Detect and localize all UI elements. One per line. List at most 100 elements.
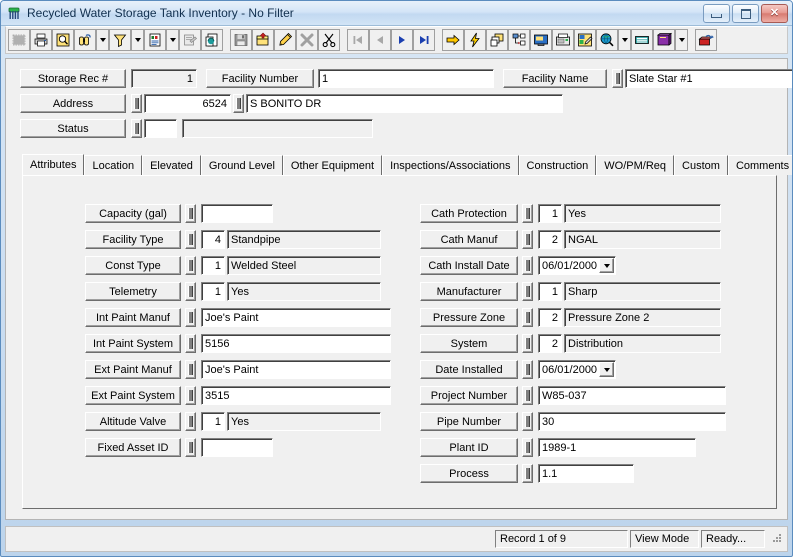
cut-scissors-icon[interactable]: [318, 29, 340, 51]
int-paint-system-input[interactable]: 5156: [201, 334, 391, 353]
project-number-input[interactable]: W85-037: [538, 386, 726, 405]
system-lookup-button[interactable]: [522, 334, 533, 353]
project-number-lookup-button[interactable]: [522, 386, 533, 405]
report-dropdown-icon[interactable]: [166, 29, 179, 51]
cath-manuf-code-input[interactable]: 2: [538, 230, 562, 249]
pipe-number-input[interactable]: 30: [538, 412, 726, 431]
telemetry-lookup-button[interactable]: [185, 282, 196, 301]
storage-rec-label[interactable]: Storage Rec #: [20, 69, 126, 88]
process-label[interactable]: Process: [420, 464, 518, 483]
capacity-gal-input[interactable]: [201, 204, 273, 223]
pipe-number-label[interactable]: Pipe Number: [420, 412, 518, 431]
select-tool-icon[interactable]: [8, 29, 30, 51]
tab-wo-pm-req[interactable]: WO/PM/Req: [596, 155, 675, 175]
pressure-zone-label[interactable]: Pressure Zone: [420, 308, 518, 327]
status-code-input[interactable]: [144, 119, 177, 138]
facility-number-label[interactable]: Facility Number: [206, 69, 314, 88]
manufacturer-code-input[interactable]: 1: [538, 282, 562, 301]
add-record-icon[interactable]: [252, 29, 274, 51]
properties-icon[interactable]: [179, 29, 201, 51]
altitude-valve-label[interactable]: Altitude Valve: [85, 412, 181, 431]
plant-id-label[interactable]: Plant ID: [420, 438, 518, 457]
filter-dropdown-icon[interactable]: [131, 29, 144, 51]
process-lookup-button[interactable]: [522, 464, 533, 483]
tab-attributes[interactable]: Attributes: [22, 154, 85, 175]
int-paint-system-lookup-button[interactable]: [185, 334, 196, 353]
pressure-zone-lookup-button[interactable]: [522, 308, 533, 327]
capacity-gal-lookup-button[interactable]: [185, 204, 196, 223]
const-type-code-input[interactable]: 1: [201, 256, 225, 275]
exit-icon[interactable]: [695, 29, 717, 51]
print-preview-icon[interactable]: [52, 29, 74, 51]
date-installed-lookup-button[interactable]: [522, 360, 533, 379]
globe-search-icon[interactable]: [596, 29, 618, 51]
edit-pencil-icon[interactable]: [274, 29, 296, 51]
telemetry-label[interactable]: Telemetry: [85, 282, 181, 301]
book-dropdown-icon[interactable]: [675, 29, 688, 51]
last-record-icon[interactable]: [413, 29, 435, 51]
minimize-button[interactable]: [703, 4, 730, 23]
ext-paint-system-input[interactable]: 3515: [201, 386, 391, 405]
report-icon[interactable]: [144, 29, 166, 51]
tab-inspections-associations[interactable]: Inspections/Associations: [382, 155, 519, 175]
fixed-asset-id-label[interactable]: Fixed Asset ID: [85, 438, 181, 457]
first-record-icon[interactable]: [347, 29, 369, 51]
cath-protection-code-input[interactable]: 1: [538, 204, 562, 223]
tab-other-equipment[interactable]: Other Equipment: [282, 155, 383, 175]
copy-record-icon[interactable]: [201, 29, 223, 51]
int-paint-manuf-lookup-button[interactable]: [185, 308, 196, 327]
system-label[interactable]: System: [420, 334, 518, 353]
tab-location[interactable]: Location: [84, 155, 143, 175]
int-paint-system-label[interactable]: Int Paint System: [85, 334, 181, 353]
print-icon[interactable]: [30, 29, 52, 51]
book-icon[interactable]: [653, 29, 675, 51]
delete-x-icon[interactable]: [296, 29, 318, 51]
facility-name-lookup-button[interactable]: [612, 69, 623, 88]
facility-type-label[interactable]: Facility Type: [85, 230, 181, 249]
status-lookup-button[interactable]: [131, 119, 142, 138]
manufacturer-label[interactable]: Manufacturer: [420, 282, 518, 301]
hierarchy-icon[interactable]: [508, 29, 530, 51]
maximize-button[interactable]: [732, 4, 759, 23]
telemetry-code-input[interactable]: 1: [201, 282, 225, 301]
cath-install-date-lookup-button[interactable]: [522, 256, 533, 275]
const-type-label[interactable]: Const Type: [85, 256, 181, 275]
fixed-asset-id-lookup-button[interactable]: [185, 438, 196, 457]
facility-type-code-input[interactable]: 4: [201, 230, 225, 249]
plant-id-input[interactable]: 1989-1: [538, 438, 696, 457]
facility-name-input[interactable]: Slate Star #1: [625, 69, 792, 88]
cath-manuf-label[interactable]: Cath Manuf: [420, 230, 518, 249]
altitude-valve-lookup-button[interactable]: [185, 412, 196, 431]
tab-custom[interactable]: Custom: [674, 155, 728, 175]
layers-icon[interactable]: [486, 29, 508, 51]
altitude-valve-code-input[interactable]: 1: [201, 412, 225, 431]
project-number-label[interactable]: Project Number: [420, 386, 518, 405]
goto-arrow-icon[interactable]: [442, 29, 464, 51]
monitor-icon[interactable]: [530, 29, 552, 51]
date-installed-chevron-down-icon[interactable]: [599, 362, 614, 377]
globe-dropdown-icon[interactable]: [618, 29, 631, 51]
capacity-gal-label[interactable]: Capacity (gal): [85, 204, 181, 223]
ext-paint-manuf-label[interactable]: Ext Paint Manuf: [85, 360, 181, 379]
cath-protection-lookup-button[interactable]: [522, 204, 533, 223]
plant-id-lookup-button[interactable]: [522, 438, 533, 457]
ext-paint-manuf-input[interactable]: Joe's Paint: [201, 360, 391, 379]
resize-grip[interactable]: [769, 532, 783, 546]
cath-install-date-label[interactable]: Cath Install Date: [420, 256, 518, 275]
int-paint-manuf-input[interactable]: Joe's Paint: [201, 308, 391, 327]
keyboard-icon[interactable]: [631, 29, 653, 51]
date-installed-picker[interactable]: 06/01/2000: [538, 360, 616, 379]
next-record-icon[interactable]: [391, 29, 413, 51]
save-icon[interactable]: [230, 29, 252, 51]
cath-install-date-picker[interactable]: 06/01/2000: [538, 256, 616, 275]
manufacturer-lookup-button[interactable]: [522, 282, 533, 301]
pressure-zone-code-input[interactable]: 2: [538, 308, 562, 327]
process-input[interactable]: 1.1: [538, 464, 634, 483]
close-button[interactable]: ✕: [761, 4, 788, 23]
date-installed-label[interactable]: Date Installed: [420, 360, 518, 379]
lightning-icon[interactable]: [464, 29, 486, 51]
tab-comments[interactable]: Comments: [727, 155, 792, 175]
cath-install-date-chevron-down-icon[interactable]: [599, 258, 614, 273]
map-edit-icon[interactable]: [574, 29, 596, 51]
cath-manuf-lookup-button[interactable]: [522, 230, 533, 249]
